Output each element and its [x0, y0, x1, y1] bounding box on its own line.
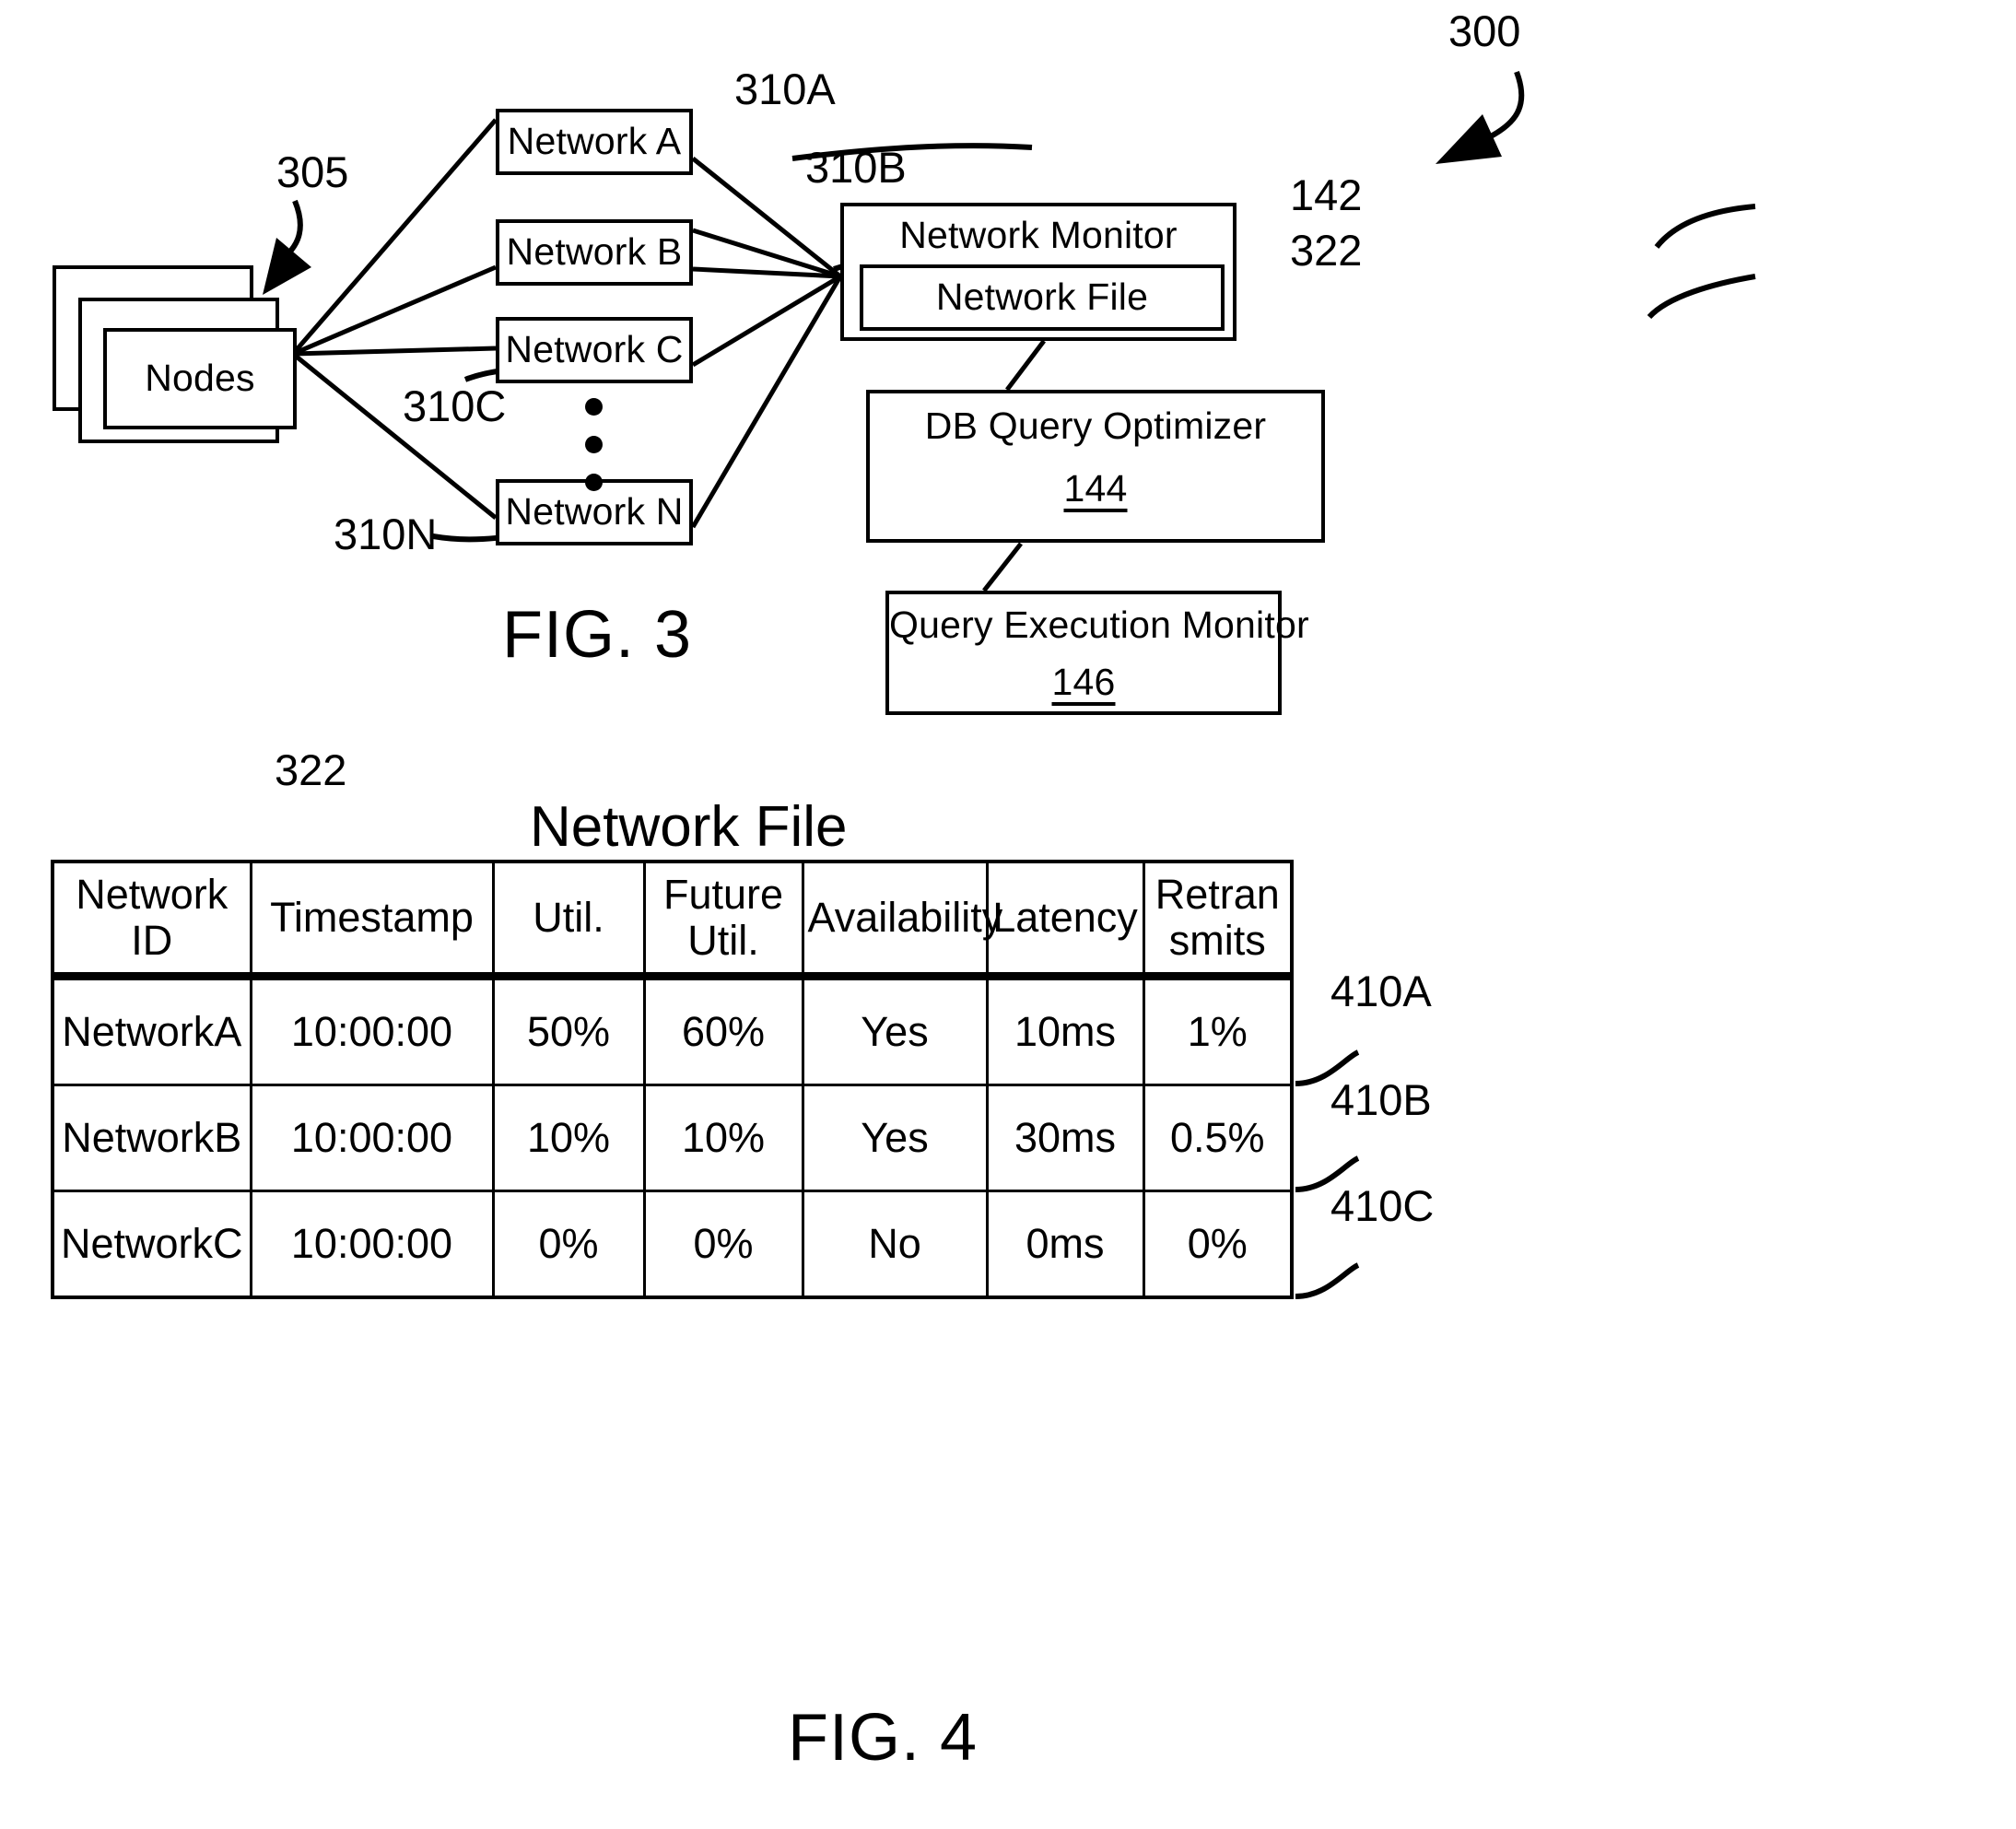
network-c-label: Network C [505, 328, 684, 371]
nodes-block-label: Nodes [145, 357, 255, 400]
cell-latency: 30ms [985, 1084, 1145, 1192]
cell-future-util: 0% [642, 1190, 804, 1299]
network-n-label: Network N [505, 490, 684, 533]
ref-322-leader [1647, 274, 1756, 320]
query-execution-monitor-label: Query Execution Monitor [889, 604, 1309, 646]
cell-latency: 0ms [985, 1190, 1145, 1299]
cell-network-id: NetworkA [51, 975, 252, 1086]
db-query-optimizer-box[interactable]: DB Query Optimizer 144 [866, 390, 1325, 543]
cell-future-util: 10% [642, 1084, 804, 1192]
ref-305-leader [271, 199, 303, 269]
ref-300-leader [1482, 70, 1525, 143]
network-file-label: Network File [935, 276, 1149, 319]
network-file-box[interactable]: Network File [860, 264, 1225, 331]
ref-410B: 410B [1330, 1075, 1432, 1124]
ref-410A: 410A [1330, 967, 1432, 1015]
figure-4-caption: FIG. 4 [788, 1701, 979, 1775]
monitor-to-optimizer-line [1005, 339, 1046, 392]
network-a-box[interactable]: Network A [496, 109, 693, 175]
optimizer-to-execmonitor-line [982, 542, 1023, 592]
column-header-util: Util. [491, 860, 646, 980]
cell-future-util: 60% [642, 975, 804, 1086]
ref-322-monitor: 322 [1290, 226, 1363, 275]
ref-300-arrowhead [1436, 114, 1502, 164]
cell-availability: No [801, 1190, 989, 1299]
cell-availability: Yes [801, 1084, 989, 1192]
cell-util: 50% [491, 975, 646, 1086]
ref-310N: 310N [334, 510, 438, 558]
network-a-label: Network A [507, 120, 682, 163]
cell-timestamp: 10:00:00 [249, 1084, 495, 1192]
column-header-future-util: Future Util. [642, 860, 804, 980]
patent-figure-sheet: Nodes Network A Network B Network C Netw… [0, 0, 2016, 1829]
vertical-ellipsis-icon [585, 398, 603, 491]
cell-util: 10% [491, 1084, 646, 1192]
cell-latency: 10ms [985, 975, 1145, 1086]
ref-310A: 310A [734, 64, 836, 113]
cell-retransmits: 0% [1142, 1190, 1294, 1299]
table-row[interactable]: NetworkC 10:00:00 0% 0% No 0ms 0% [51, 1190, 1294, 1299]
cell-util: 0% [491, 1190, 646, 1299]
cell-timestamp: 10:00:00 [249, 1190, 495, 1299]
network-monitor-box[interactable]: Network Monitor Network File [840, 203, 1237, 341]
ref-410C-leader [1295, 1262, 1360, 1299]
network-c-box[interactable]: Network C [496, 317, 693, 383]
column-header-retransmits: Retran smits [1142, 860, 1294, 980]
ref-305: 305 [276, 147, 349, 196]
table-row[interactable]: NetworkB 10:00:00 10% 10% Yes 30ms 0.5% [51, 1084, 1294, 1192]
network-b-label: Network B [506, 230, 683, 274]
column-header-latency: Latency [985, 860, 1145, 980]
nodes-block[interactable]: Nodes [103, 328, 297, 429]
query-execution-monitor-box[interactable]: Query Execution Monitor 146 [885, 591, 1309, 715]
network-file-table[interactable]: Network ID Timestamp Util. Future Util. … [51, 860, 1294, 1299]
ref-410C: 410C [1330, 1181, 1435, 1230]
network-b-box[interactable]: Network B [496, 219, 693, 286]
ref-305-arrowhead [263, 238, 311, 295]
ref-142-leader [1654, 204, 1756, 249]
table-row[interactable]: NetworkA 10:00:00 50% 60% Yes 10ms 1% [51, 975, 1294, 1086]
db-query-optimizer-label: DB Query Optimizer [924, 404, 1267, 447]
cell-retransmits: 0.5% [1142, 1084, 1294, 1192]
column-header-network-id: Network ID [51, 860, 252, 980]
ref-310B: 310B [805, 143, 907, 192]
cell-availability: Yes [801, 975, 989, 1086]
column-header-timestamp: Timestamp [249, 860, 495, 980]
cell-network-id: NetworkC [51, 1190, 252, 1299]
cell-network-id: NetworkB [51, 1084, 252, 1192]
ref-300: 300 [1448, 6, 1521, 55]
ref-142: 142 [1290, 170, 1363, 219]
network-monitor-label: Network Monitor [899, 214, 1178, 256]
query-execution-monitor-ref: 146 [1051, 661, 1116, 703]
figure-3-caption: FIG. 3 [502, 598, 693, 672]
cell-timestamp: 10:00:00 [249, 975, 495, 1086]
table-header-row: Network ID Timestamp Util. Future Util. … [51, 860, 1294, 980]
cell-retransmits: 1% [1142, 975, 1294, 1086]
db-query-optimizer-ref: 144 [1063, 467, 1128, 510]
fig4-ref-322: 322 [275, 745, 347, 794]
network-file-title: Network File [530, 795, 848, 859]
column-header-availability: Availability [801, 860, 1002, 980]
networks-to-monitor-lines [690, 157, 843, 529]
ref-310C: 310C [403, 381, 507, 430]
